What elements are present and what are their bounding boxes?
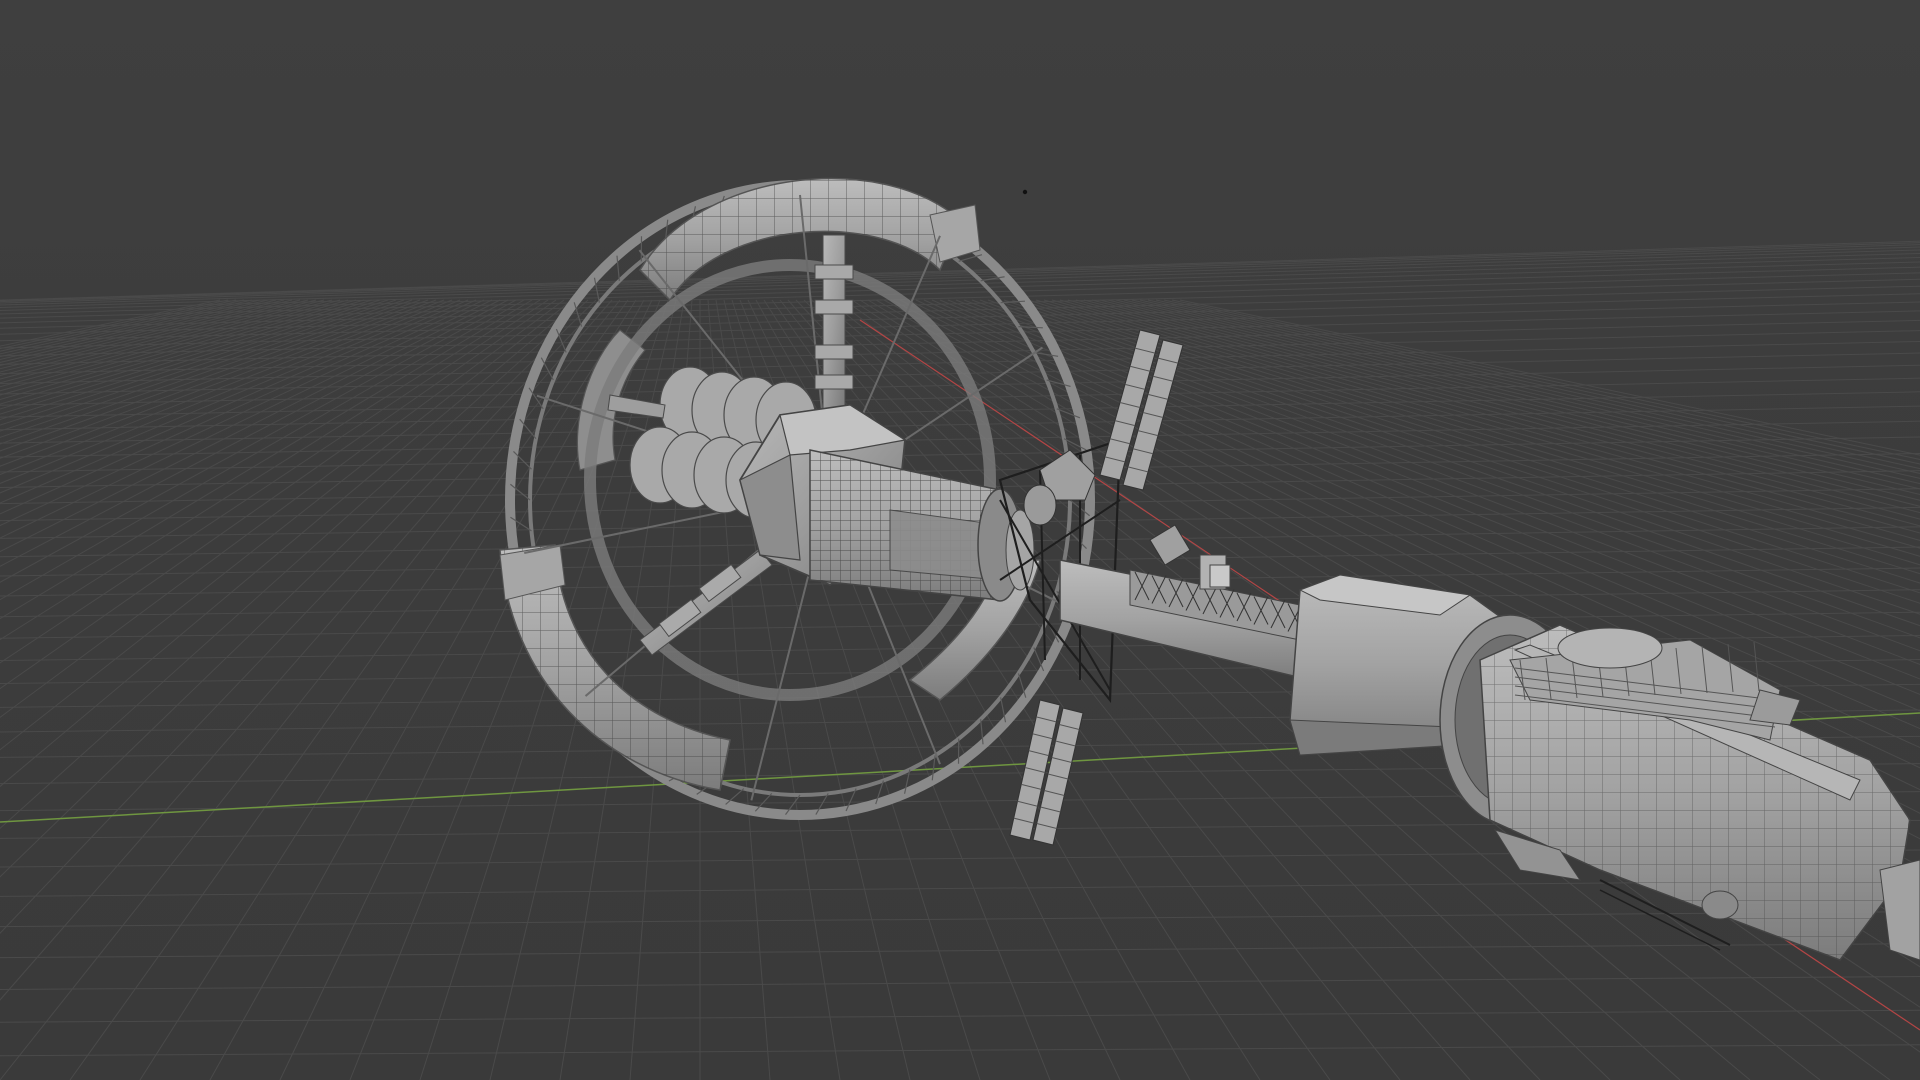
connector-boom[interactable] — [1059, 554, 1311, 681]
origin-dot — [1022, 189, 1028, 195]
3d-viewport[interactable] — [0, 0, 1920, 1080]
viewport-canvas[interactable] — [0, 0, 1920, 1080]
central-module[interactable] — [809, 449, 1035, 602]
rear-module[interactable] — [1439, 614, 1911, 961]
